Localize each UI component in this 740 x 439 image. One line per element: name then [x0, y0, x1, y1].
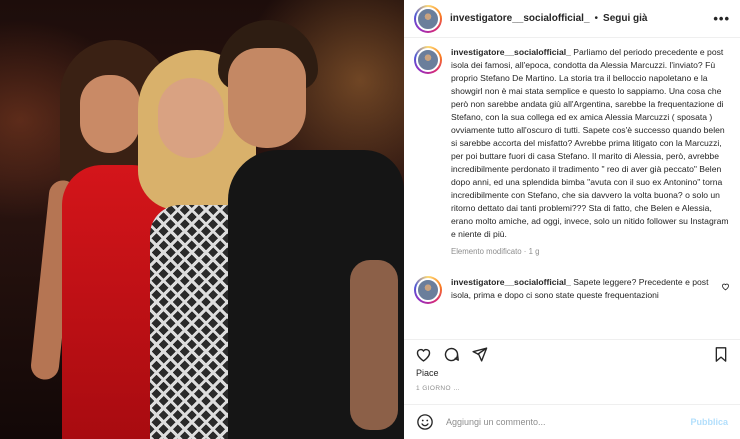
comment-icon[interactable]	[442, 346, 460, 364]
comment-username[interactable]: investigatore__socialofficial_	[451, 277, 571, 287]
emoji-icon[interactable]	[416, 413, 434, 431]
bookmark-icon[interactable]	[712, 346, 730, 364]
caption: investigatore__socialofficial_ Parliamo …	[414, 46, 730, 258]
share-icon[interactable]	[470, 346, 488, 364]
caption-meta: Elemento modificato · 1 g	[451, 247, 540, 256]
photo-person-right-face	[228, 48, 306, 148]
add-comment-bar: Aggiungi un commento... Pubblica	[404, 404, 740, 439]
author-username[interactable]: investigatore__socialofficial_	[450, 13, 590, 24]
photo-person-left-face	[80, 75, 140, 153]
action-bar	[404, 339, 740, 369]
more-options-icon[interactable]: •••	[713, 11, 730, 26]
post-photo[interactable]	[0, 0, 404, 439]
comment-like-heart-icon[interactable]	[721, 282, 730, 293]
caption-text: Parliamo del periodo precedente e post i…	[451, 47, 729, 239]
post-modal: investigatore__socialofficial_ • Segui g…	[0, 0, 740, 439]
caption-paragraph: investigatore__socialofficial_ Parliamo …	[451, 46, 730, 241]
photo-person-middle-face	[158, 78, 224, 158]
following-button[interactable]: Segui già	[603, 13, 647, 24]
post-header: investigatore__socialofficial_ • Segui g…	[404, 0, 740, 38]
comment-body: investigatore__socialofficial_ Sapete le…	[451, 276, 730, 304]
comment-avatar[interactable]	[414, 276, 442, 304]
header-separator: •	[594, 13, 599, 24]
heart-icon[interactable]	[414, 346, 432, 364]
publish-button[interactable]: Pubblica	[690, 417, 728, 427]
comment-item: investigatore__socialofficial_ Sapete le…	[414, 276, 730, 304]
author-avatar[interactable]	[414, 4, 442, 33]
caption-body: investigatore__socialofficial_ Parliamo …	[451, 46, 730, 258]
post-date[interactable]: 1 GIORNO …	[416, 385, 460, 392]
post-sidebar: investigatore__socialofficial_ • Segui g…	[404, 0, 740, 439]
caption-avatar[interactable]	[414, 46, 442, 74]
avatar-image	[416, 6, 440, 31]
photo-person-right-tattooed-arm	[350, 260, 398, 430]
comments-section[interactable]: investigatore__socialofficial_ Parliamo …	[404, 38, 740, 328]
avatar-image	[416, 278, 440, 302]
avatar-image	[416, 48, 440, 72]
caption-username[interactable]: investigatore__socialofficial_	[451, 47, 571, 57]
comment-input[interactable]: Aggiungi un commento...	[446, 417, 690, 427]
likes-text[interactable]: Piace	[416, 368, 439, 378]
